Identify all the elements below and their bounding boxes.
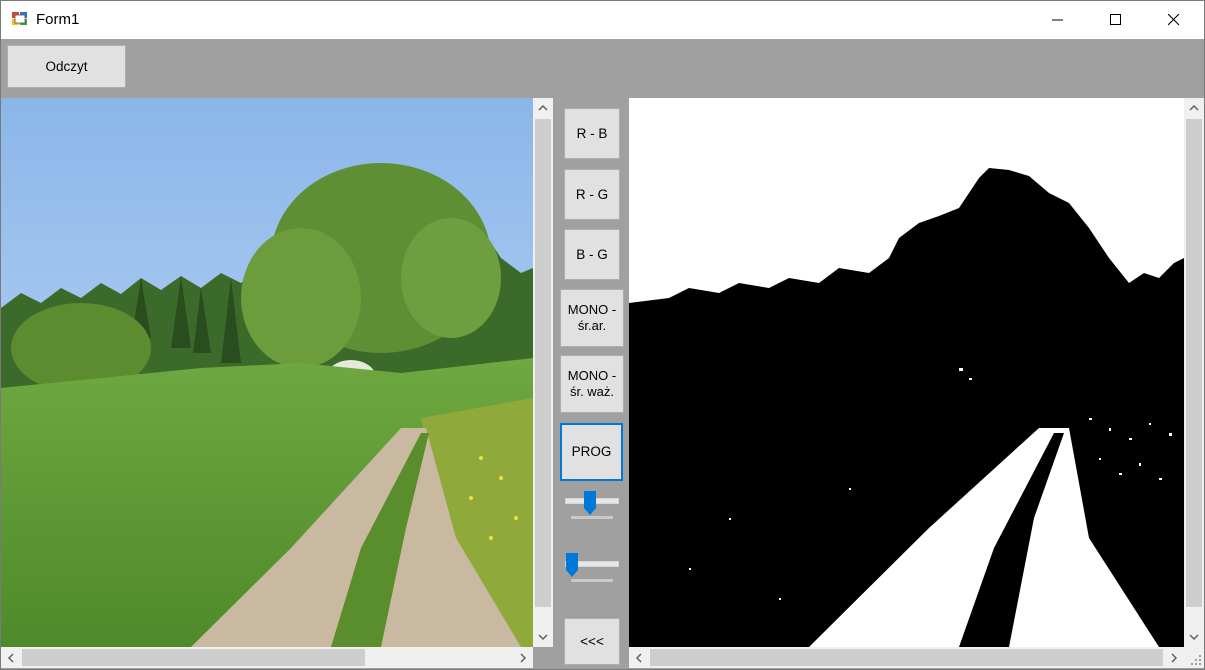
minimize-button[interactable] [1029,1,1087,39]
back-button[interactable]: <<< [564,618,620,665]
scroll-right-icon[interactable] [1164,647,1184,668]
minimize-icon [1052,19,1063,21]
scroll-down-icon[interactable] [1184,627,1204,647]
title-bar: Form1 [1,1,1204,39]
window-title: Form1 [36,11,80,28]
mono-mean-button[interactable]: MONO - śr.ar. [560,289,624,347]
second-slider[interactable] [563,551,621,587]
left-horizontal-scrollbar[interactable] [1,647,533,668]
scroll-left-icon[interactable] [1,647,21,668]
mono-weighted-button[interactable]: MONO - śr. waż. [560,355,624,413]
size-grip[interactable] [1184,647,1204,668]
scroll-thumb[interactable] [1186,119,1202,607]
threshold-slider[interactable] [563,489,621,525]
slider-thumb[interactable] [583,490,597,516]
rg-button[interactable]: R - G [564,169,620,220]
threshold-button[interactable]: PROG [560,423,623,481]
landscape-photo [1,98,533,647]
scroll-thumb[interactable] [535,119,551,607]
toolbar: Odczyt [1,39,1204,98]
result-image[interactable] [629,98,1184,647]
right-horizontal-scrollbar[interactable] [629,647,1184,668]
right-vertical-scrollbar[interactable] [1184,98,1204,647]
maximize-button[interactable] [1087,1,1145,39]
bg-button[interactable]: B - G [564,229,620,280]
app-icon [12,12,27,25]
scroll-down-icon[interactable] [533,627,553,647]
scroll-thumb[interactable] [22,649,365,666]
left-vertical-scrollbar[interactable] [533,98,553,647]
scroll-thumb[interactable] [650,649,1163,666]
source-image[interactable] [1,98,533,647]
maximize-icon [1110,14,1121,25]
close-icon [1168,14,1180,26]
resize-grip-icon [1191,655,1201,665]
scroll-right-icon[interactable] [513,647,533,668]
threshold-result-photo [629,98,1184,647]
read-button[interactable]: Odczyt [7,45,126,88]
scroll-up-icon[interactable] [533,98,553,118]
slider-thumb[interactable] [565,552,579,578]
close-button[interactable] [1145,1,1203,39]
main-window: Form1 Odczyt R - B R - G B - G MONO - śr… [0,0,1205,670]
scroll-up-icon[interactable] [1184,98,1204,118]
scroll-left-icon[interactable] [629,647,649,668]
rb-button[interactable]: R - B [564,108,620,159]
